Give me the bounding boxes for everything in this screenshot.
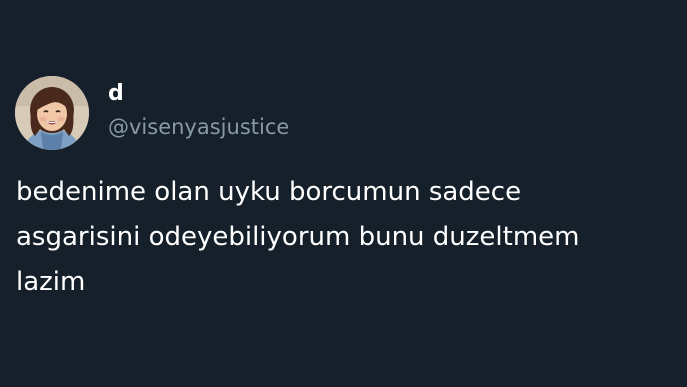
child-portrait-avatar-icon — [15, 76, 89, 150]
tweet-text-line: asgarisini odeyebiliyorum bunu duzeltmem — [16, 222, 580, 252]
avatar[interactable] — [15, 76, 89, 150]
tweet-text-line: lazim — [16, 267, 86, 297]
author-display-name[interactable]: d — [108, 80, 124, 108]
tweet-text: bedenime olan uyku borcumun sadece asgar… — [16, 170, 676, 305]
tweet-card: d @visenyasjustice bedenime olan uyku bo… — [0, 0, 687, 387]
tweet-text-line: bedenime olan uyku borcumun sadece — [16, 177, 522, 207]
author-handle[interactable]: @visenyasjustice — [108, 113, 289, 141]
